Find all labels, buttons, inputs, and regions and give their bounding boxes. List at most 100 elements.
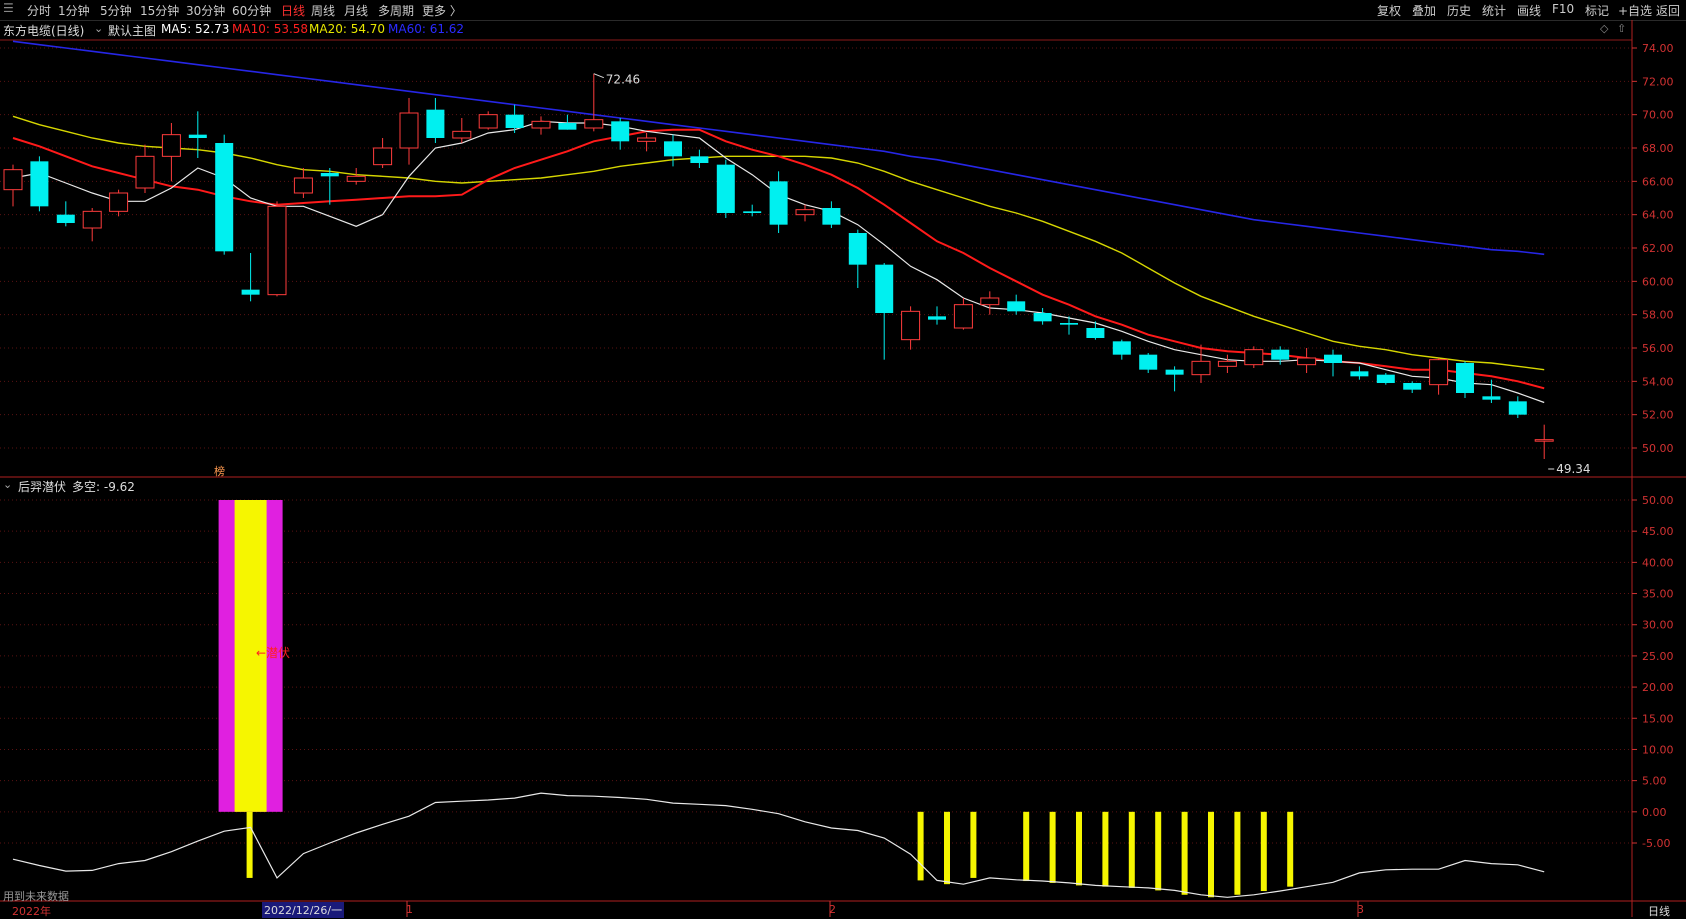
ma10-path <box>12 128 1545 390</box>
ma20-line <box>12 115 1545 371</box>
indicator-bar <box>1181 811 1188 895</box>
candle-body <box>293 177 313 194</box>
candle-body <box>664 141 682 157</box>
candle-body <box>373 147 393 166</box>
candle <box>769 171 788 233</box>
candle-body <box>928 316 946 320</box>
candle <box>795 204 815 222</box>
candle <box>1217 354 1237 373</box>
candle-body <box>1456 363 1474 393</box>
price-tick-label: 64.00 <box>1642 209 1674 222</box>
candle-body <box>320 173 339 177</box>
candle-body <box>637 137 657 142</box>
candle-body <box>1429 359 1449 386</box>
candle <box>1324 349 1342 377</box>
indicator-tick-label: 15.00 <box>1642 712 1674 725</box>
candle-body <box>346 175 366 182</box>
indicator-bar <box>970 811 977 878</box>
candle <box>1376 373 1395 385</box>
indicator-tick-label: 30.00 <box>1642 619 1674 632</box>
candle <box>584 73 604 132</box>
candle <box>531 116 551 135</box>
candle <box>1429 358 1449 395</box>
candle-body <box>1165 369 1184 375</box>
candle <box>875 263 894 360</box>
candle <box>1165 366 1184 392</box>
candle-body <box>3 169 23 191</box>
candles <box>3 73 1555 470</box>
candle-body <box>109 192 129 212</box>
candle <box>267 201 287 297</box>
candle <box>716 159 735 218</box>
candle-body <box>1508 401 1527 415</box>
candle-body <box>1534 439 1554 442</box>
candle-body <box>1112 341 1131 355</box>
indicator-tick-label: 5.00 <box>1642 775 1667 788</box>
candle <box>1482 379 1501 403</box>
candle-body <box>531 120 551 129</box>
candle-body <box>953 304 973 329</box>
candle <box>690 149 709 168</box>
candle-body <box>1297 357 1317 366</box>
candle <box>1456 361 1474 398</box>
candle-body <box>795 209 815 216</box>
candle-body <box>161 134 181 157</box>
future-data-note: 用到未来数据 <box>3 890 69 903</box>
candle-body <box>1007 301 1026 312</box>
candle-body <box>1033 313 1052 322</box>
candle-body <box>1376 374 1395 383</box>
list-marker: 榜 <box>214 464 225 478</box>
candle-body <box>1244 349 1264 366</box>
indicator-bar <box>1128 811 1135 888</box>
month-label-2: 2 <box>829 903 836 916</box>
candle <box>1271 346 1290 365</box>
candle-body <box>1191 360 1211 376</box>
candle <box>215 134 234 255</box>
candle <box>241 253 260 302</box>
price-tick-label: 68.00 <box>1642 142 1674 155</box>
candle <box>1534 424 1554 459</box>
axes: 74.00 72.00 70.00 68.00 66.00 64.00 62.00 60.00… <box>406 42 1674 917</box>
candle <box>611 118 630 150</box>
candle-body <box>452 130 472 139</box>
indicator-tick-label: 35.00 <box>1642 588 1674 601</box>
indicator-tick-label: -5.00 <box>1642 837 1670 850</box>
candle-body <box>1086 328 1105 338</box>
candle <box>135 144 155 193</box>
price-tick-label: 72.00 <box>1642 75 1674 88</box>
candle <box>1139 353 1158 373</box>
indicator-tick-label: 20.00 <box>1642 681 1674 694</box>
candle-body <box>426 109 445 138</box>
candle-body <box>743 211 762 213</box>
candle <box>664 134 682 167</box>
price-tick-label: 54.00 <box>1642 375 1674 388</box>
candle-body <box>1139 354 1158 370</box>
candle <box>320 168 339 205</box>
price-tick-label: 56.00 <box>1642 342 1674 355</box>
candle-body <box>690 156 709 163</box>
candle-body <box>1060 323 1078 325</box>
candle-body <box>1350 371 1369 377</box>
candle <box>82 208 102 242</box>
candle <box>399 98 419 165</box>
indicator-bar <box>1102 811 1109 887</box>
price-tick-label: 70.00 <box>1642 109 1674 122</box>
indicator-bar <box>1234 811 1241 895</box>
candle <box>901 306 921 350</box>
kline-chart[interactable]: 74.00 72.00 70.00 68.00 66.00 64.00 62.00 60.00… <box>0 0 1686 917</box>
candle-body <box>188 134 207 138</box>
candle <box>426 98 445 143</box>
indicator-bar <box>1208 811 1214 898</box>
candle-body <box>822 208 841 225</box>
price-tick-label: 66.00 <box>1642 175 1674 188</box>
candle-body <box>1324 354 1342 363</box>
indicator-bar <box>1076 811 1082 886</box>
candle-body <box>241 289 260 295</box>
price-tick-label: 62.00 <box>1642 242 1674 255</box>
candle-body <box>716 164 735 213</box>
candle <box>1403 381 1422 393</box>
candle-body <box>30 161 49 207</box>
candle <box>109 189 129 217</box>
candle <box>30 156 49 212</box>
signal-bar-tail <box>246 811 253 878</box>
